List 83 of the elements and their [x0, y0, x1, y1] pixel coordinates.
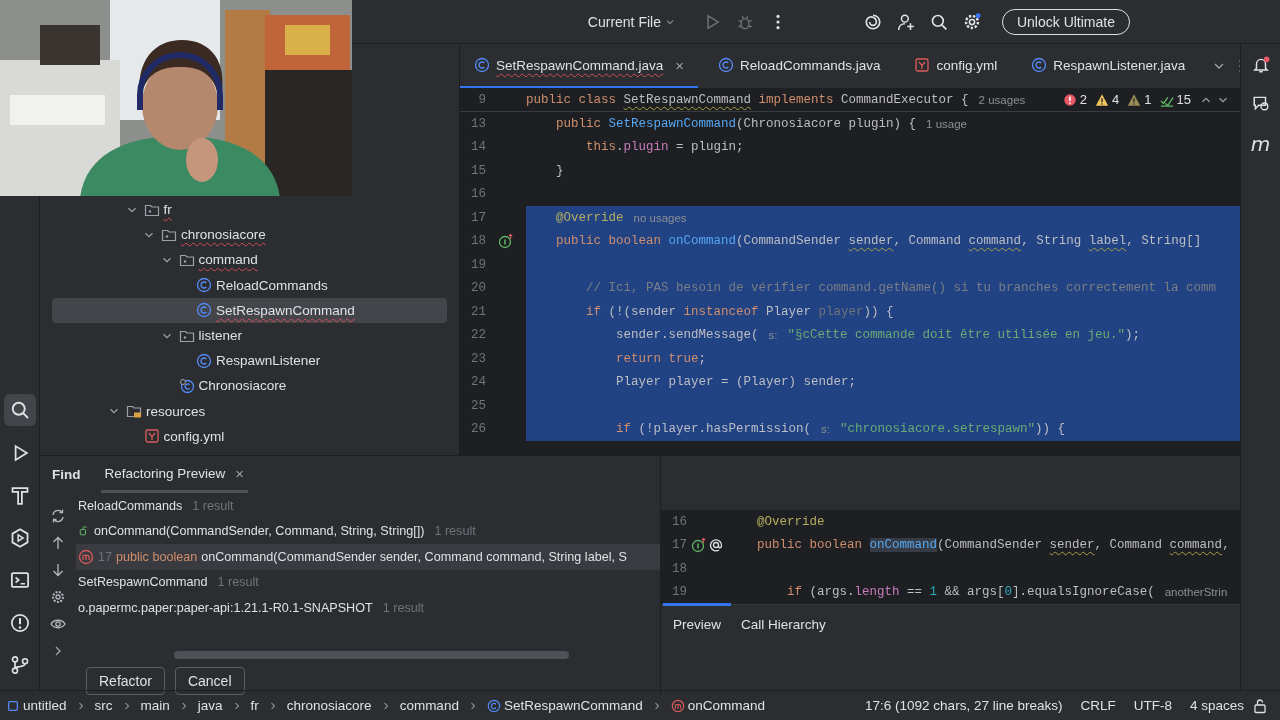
tree-item[interactable]: SetRespawnCommand [52, 297, 447, 323]
line-number: 15 [470, 163, 486, 178]
indent-setting[interactable]: 4 spaces [1189, 698, 1244, 713]
run-configuration-dropdown[interactable]: Current File [581, 9, 682, 34]
close-tab-button[interactable]: × [235, 464, 245, 482]
line-number: 18 [671, 561, 687, 576]
dialog-button[interactable]: Refactor [86, 666, 165, 695]
line-number: 26 [470, 422, 486, 437]
editor-tab[interactable]: config.yml [900, 44, 1012, 88]
line-number: 17 [671, 538, 687, 553]
line-number: 19 [671, 585, 687, 600]
result-count: 1 result [434, 524, 476, 539]
breadcrumb[interactable]: fr [250, 698, 259, 713]
breadcrumb[interactable]: onCommand [670, 698, 766, 713]
preview-tab[interactable]: Preview [663, 603, 731, 643]
result-text: o.papermc.paper:paper-api:1.21.1-R0.1-SNAPSHOT [78, 600, 373, 615]
line-number: 20 [470, 281, 486, 296]
breadcrumb[interactable]: java [197, 698, 223, 713]
editor-tab[interactable]: ReloadCommands.java [704, 44, 895, 88]
problem-count: 2 [1079, 92, 1088, 107]
tree-item[interactable]: Chronosiacore [52, 373, 447, 399]
line-number: 25 [470, 398, 486, 413]
tree-item[interactable]: ReloadCommands [52, 272, 447, 298]
line-number: 24 [470, 375, 486, 390]
line-number: 21 [470, 304, 486, 319]
result-row[interactable]: 17 public boolean onCommand(CommandSender sender, Command command, String label, S [76, 544, 660, 570]
line-number: 13 [470, 116, 486, 131]
result-text: ReloadCommands [78, 498, 183, 513]
result-count: 1 result [192, 498, 234, 513]
problem-count: 1 [1144, 92, 1152, 107]
editor-tab[interactable]: SetRespawnCommand.java × [460, 44, 699, 88]
code-line: } [555, 162, 565, 180]
tree-item[interactable]: resources [52, 398, 447, 424]
code-line: public SetRespawnCommand(Chronosiacore plugin) { 1 usage [555, 115, 968, 133]
dialog-button[interactable]: Cancel [174, 666, 245, 695]
problem-count: 4 [1112, 92, 1120, 107]
code-line: this.plugin = plugin; [585, 139, 745, 157]
line-number: 16 [671, 514, 687, 529]
line-number: 14 [470, 140, 486, 155]
result-row[interactable]: o.papermc.paper:paper-api:1.21.1-R0.1-SNAPSHOT 1 result [76, 595, 660, 621]
breadcrumb[interactable]: untitled [6, 698, 67, 713]
line-separator[interactable]: CRLF [1080, 698, 1116, 713]
line-number: 9 [477, 92, 486, 107]
code-line: public class SetRespawnCommand implements CommandExecutor { 2 usages [526, 91, 1027, 109]
editor-tab[interactable]: RespawnListener.java [1017, 44, 1200, 88]
result-row[interactable]: SetRespawnCommand 1 result [76, 569, 660, 595]
line-number: 17 [470, 210, 486, 225]
result-row[interactable]: onCommand(CommandSender, Command, String, String[]) 1 result [76, 518, 660, 544]
caret-position[interactable]: 17:6 (1092 chars, 27 line breaks) [865, 698, 1063, 713]
tree-item[interactable]: RespawnListener [52, 348, 447, 374]
line-number: 17 [98, 549, 112, 564]
tree-item[interactable]: config.yml [52, 423, 447, 449]
problem-count: 15 [1176, 92, 1191, 107]
breadcrumb[interactable]: main [140, 698, 170, 713]
result-text: onCommand(CommandSender, Command, String, String[]) [94, 524, 425, 539]
tree-item[interactable]: listener [52, 322, 447, 349]
result-row[interactable]: ReloadCommands 1 result [76, 493, 660, 519]
code-line: public boolean onCommand(CommandSender sender, Command command, [756, 537, 1231, 555]
code-line: @Override [756, 513, 826, 531]
result-text: SetRespawnCommand [78, 575, 208, 590]
result-text: onCommand(CommandSender sender, Command command, String label, S [201, 549, 627, 564]
file-encoding[interactable]: UTF-8 [1133, 698, 1172, 713]
line-number: 19 [470, 257, 486, 272]
close-tab-button[interactable]: × [675, 56, 685, 74]
breadcrumb[interactable]: command [399, 698, 459, 713]
code-line: if (args.length == 1 && args[0].equalsIgnoreCase( anotherStrin [786, 584, 1229, 602]
markdown-button[interactable]: m [1250, 132, 1271, 156]
tool-window-title: Find [52, 467, 81, 482]
line-number: 16 [470, 187, 486, 202]
tool-tab[interactable]: Refactoring Preview × [100, 456, 249, 493]
tree-item[interactable]: chronosiacore [52, 222, 447, 248]
breadcrumb[interactable]: src [94, 698, 113, 713]
result-count: 1 result [217, 575, 259, 590]
tree-item[interactable]: fr [52, 197, 447, 223]
code-text: public boolean [116, 549, 198, 564]
line-number: 22 [470, 328, 486, 343]
line-number: 18 [470, 234, 486, 249]
line-number: 23 [470, 351, 486, 366]
result-count: 1 result [382, 600, 424, 615]
breadcrumb[interactable]: chronosiacore [286, 698, 372, 713]
breadcrumb[interactable]: SetRespawnCommand [486, 698, 643, 713]
tree-item[interactable]: command [52, 247, 447, 273]
preview-tab[interactable]: Call Hierarchy [731, 603, 836, 643]
